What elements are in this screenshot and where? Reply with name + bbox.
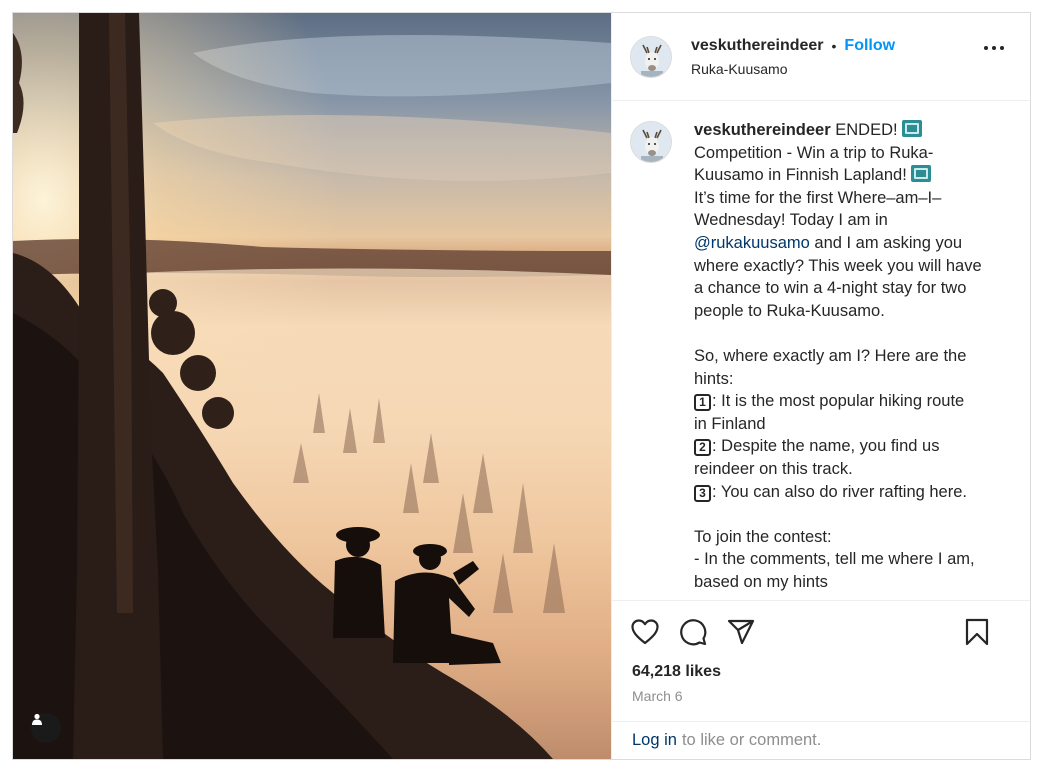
avatar[interactable] — [630, 35, 672, 78]
login-link[interactable]: Log in — [632, 731, 677, 750]
post-photo[interactable] — [13, 13, 611, 759]
caption-text: veskuthereindeer ENDED! Competition - Wi… — [694, 119, 994, 600]
heart-icon — [631, 619, 659, 645]
caption-part: It’s time for the first Where–am–I– Wedn… — [694, 188, 942, 230]
caption-part: ENDED! — [830, 121, 903, 139]
likes-count[interactable]: 64,218 likes — [612, 663, 1030, 681]
keycap-three-emoji: 3 — [694, 484, 711, 502]
actions-section: 64,218 likes March 6 Log in to like or c… — [612, 600, 1030, 759]
keycap-two-emoji: 2 — [694, 439, 711, 457]
caption-part: Competition - Win a trip to Ruka- Kuusam… — [694, 143, 934, 185]
share-icon — [727, 619, 755, 645]
user-tag-icon — [32, 713, 42, 725]
separator-dot: • — [831, 37, 837, 54]
mention-link[interactable]: @rukakuusamo — [694, 234, 810, 252]
caption-username[interactable]: veskuthereindeer — [694, 121, 831, 139]
save-button[interactable] — [962, 617, 992, 647]
share-button[interactable] — [726, 617, 756, 647]
caption-avatar[interactable] — [630, 121, 672, 163]
location-link[interactable]: Ruka-Kuusamo — [691, 61, 895, 77]
user-tag-button[interactable] — [31, 713, 61, 743]
caption-part: : You can also do river rafting here. To… — [694, 482, 975, 591]
sunrise-forest-photo — [13, 13, 611, 759]
reindeer-avatar-icon — [631, 122, 671, 162]
username-link[interactable]: veskuthereindeer — [691, 37, 824, 55]
post-header: veskuthereindeer • Follow Ruka-Kuusamo — [612, 13, 1030, 101]
action-bar — [612, 601, 1030, 663]
comment-button[interactable] — [678, 617, 708, 647]
caption-part: and I am asking you where exactly? This … — [694, 233, 982, 388]
login-prompt: Log in to like or comment. — [612, 721, 1030, 759]
caption-area: veskuthereindeer ENDED! Competition - Wi… — [612, 101, 1030, 600]
caption-part: : It is the most popular hiking route in… — [694, 392, 965, 433]
keycap-one-emoji: 1 — [694, 394, 711, 412]
post-date[interactable]: March 6 — [612, 688, 1030, 704]
world-map-emoji — [911, 165, 932, 183]
post-side-panel: veskuthereindeer • Follow Ruka-Kuusamo v… — [611, 13, 1030, 759]
instagram-post: veskuthereindeer • Follow Ruka-Kuusamo v… — [12, 12, 1031, 760]
like-button[interactable] — [630, 617, 660, 647]
login-text: to like or comment. — [681, 731, 822, 749]
world-map-emoji — [902, 120, 923, 137]
header-meta: veskuthereindeer • Follow Ruka-Kuusamo — [691, 37, 895, 77]
reindeer-avatar-icon — [631, 36, 671, 77]
header-line: veskuthereindeer • Follow — [691, 37, 895, 55]
follow-button[interactable]: Follow — [844, 37, 895, 55]
comment-icon — [680, 619, 707, 646]
more-options-icon[interactable] — [984, 46, 1004, 50]
bookmark-icon — [965, 618, 989, 646]
caption-part: : Despite the name, you find us reindeer… — [694, 437, 940, 478]
